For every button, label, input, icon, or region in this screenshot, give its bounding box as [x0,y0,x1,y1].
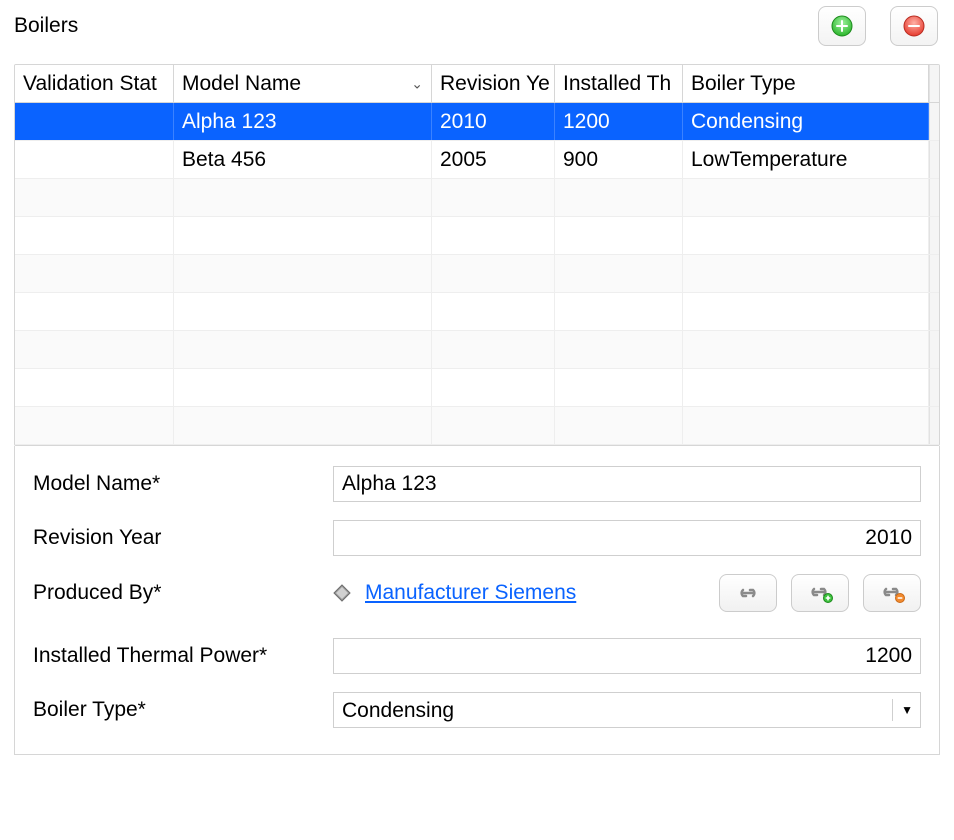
table-scrollbar[interactable] [929,179,939,216]
column-header-label: Revision Ye [440,72,550,96]
boilers-table: Validation Stat Model Name ⌄ Revision Ye… [14,64,940,446]
column-header-model-name[interactable]: Model Name ⌄ [174,65,432,102]
table-scrollbar[interactable] [929,103,939,140]
link-add-button[interactable] [791,574,849,612]
label-boiler-type: Boiler Type* [33,698,333,722]
model-name-field[interactable] [333,466,921,502]
cell-boiler-type: Condensing [683,103,929,140]
cell-validation-status [15,103,174,140]
table-row[interactable] [15,331,939,369]
table-scrollbar[interactable] [929,141,939,178]
link-remove-button[interactable] [863,574,921,612]
table-row[interactable] [15,369,939,407]
table-row[interactable] [15,217,939,255]
label-revision-year: Revision Year [33,526,333,550]
table-row[interactable] [15,407,939,445]
table-scrollbar[interactable] [929,293,939,330]
remove-row-button[interactable] [890,6,938,46]
label-model-name: Model Name* [33,472,333,496]
cell-revision-year: 2005 [432,141,555,178]
label-installed-power: Installed Thermal Power* [33,644,333,668]
link-add-icon [806,583,834,603]
column-header-installed-power[interactable]: Installed Th [555,65,683,102]
table-row[interactable] [15,179,939,217]
label-produced-by: Produced By* [33,581,333,605]
produced-by-link[interactable]: Manufacturer Siemens [365,581,576,605]
table-scrollbar[interactable] [929,407,939,444]
cell-model-name: Beta 456 [174,141,432,178]
table-scrollbar[interactable] [929,65,939,102]
cell-installed-power: 900 [555,141,683,178]
installed-power-field[interactable] [333,638,921,674]
revision-year-field[interactable] [333,520,921,556]
table-scrollbar[interactable] [929,369,939,406]
cell-boiler-type: LowTemperature [683,141,929,178]
section-title: Boilers [14,14,78,38]
add-icon [831,15,853,37]
table-row[interactable] [15,293,939,331]
remove-icon [903,15,925,37]
column-header-revision-year[interactable]: Revision Ye [432,65,555,102]
column-header-label: Validation Stat [23,72,157,96]
cell-revision-year: 2010 [432,103,555,140]
table-scrollbar[interactable] [929,255,939,292]
boiler-type-select[interactable]: Condensing [333,692,921,728]
column-header-boiler-type[interactable]: Boiler Type [683,65,929,102]
table-row[interactable]: Beta 456 2005 900 LowTemperature [15,141,939,179]
add-row-button[interactable] [818,6,866,46]
cell-installed-power: 1200 [555,103,683,140]
link-remove-icon [878,583,906,603]
table-scrollbar[interactable] [929,331,939,368]
detail-panel: Model Name* Revision Year Produced By* [14,446,940,755]
column-header-validation-status[interactable]: Validation Stat [15,65,174,102]
table-row[interactable]: Alpha 123 2010 1200 Condensing [15,103,939,141]
cell-validation-status [15,141,174,178]
column-header-label: Model Name [182,72,301,96]
column-header-label: Boiler Type [691,72,796,96]
reference-diamond-icon [333,584,351,602]
link-button[interactable] [719,574,777,612]
link-icon [735,584,761,602]
table-row[interactable] [15,255,939,293]
chevron-down-icon: ⌄ [411,75,423,92]
table-scrollbar[interactable] [929,217,939,254]
column-header-label: Installed Th [563,72,671,96]
cell-model-name: Alpha 123 [174,103,432,140]
